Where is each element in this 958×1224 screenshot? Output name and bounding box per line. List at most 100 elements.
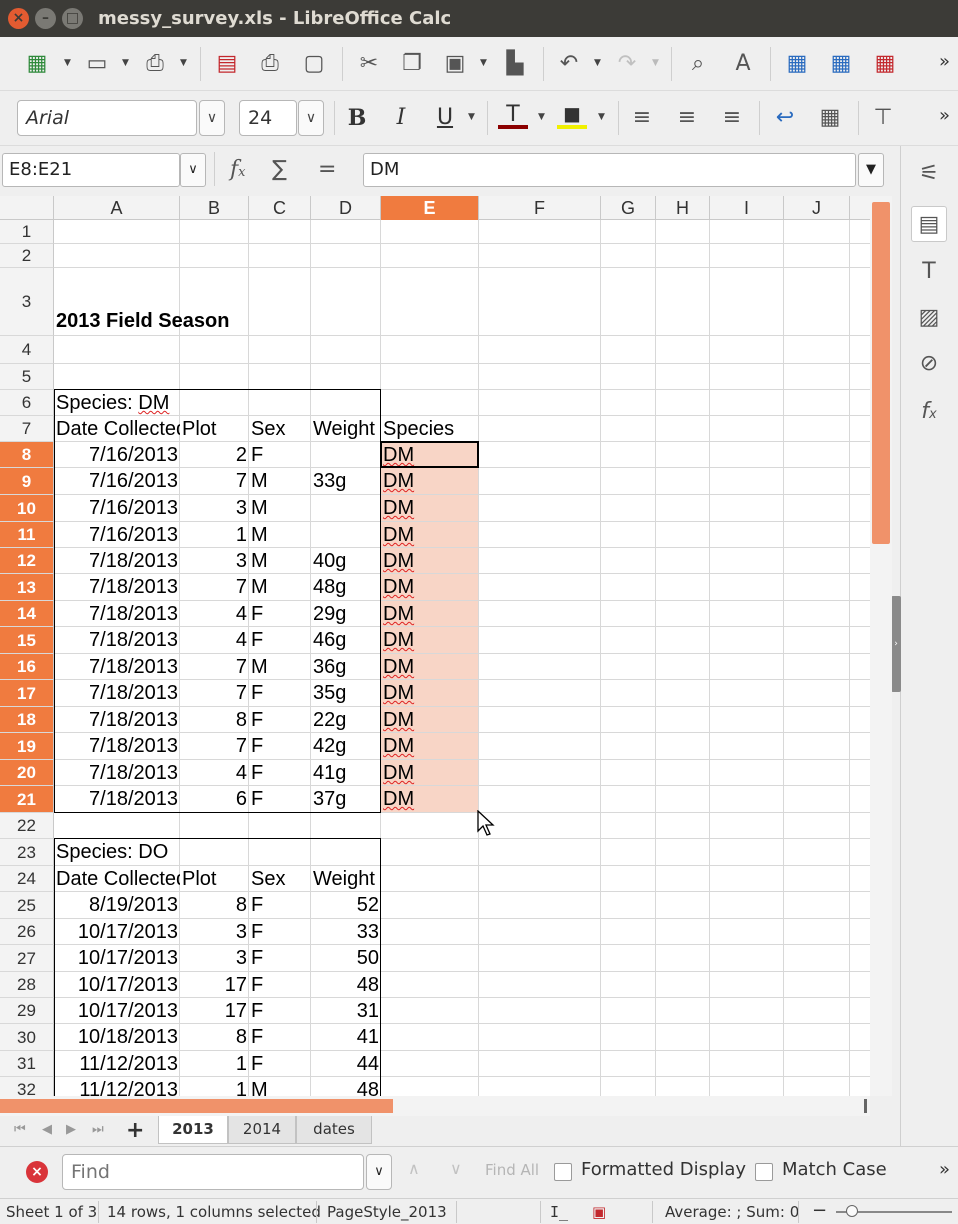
highlight-color-icon[interactable]: ◼ — [557, 103, 587, 129]
cell-e10[interactable]: DM — [381, 495, 479, 522]
cell-e13[interactable]: DM — [381, 574, 479, 601]
find-all-button[interactable]: Find All — [485, 1161, 539, 1179]
column-header-d[interactable]: D — [311, 196, 381, 220]
row-header[interactable]: 17 — [0, 680, 54, 707]
row-header[interactable]: 20 — [0, 760, 54, 786]
paste-icon[interactable]: ▣ — [440, 49, 470, 79]
new-dropdown-icon[interactable]: ▼ — [64, 53, 74, 73]
row-header[interactable]: 8 — [0, 442, 54, 468]
wrap-text-icon[interactable]: ↩ — [770, 103, 800, 133]
new-spreadsheet-icon[interactable]: ▦ — [22, 49, 52, 79]
save-dropdown-icon[interactable]: ▼ — [180, 53, 190, 73]
redo-icon[interactable]: ↷ — [612, 49, 642, 79]
sheet-tab-2014[interactable]: 2014 — [228, 1116, 296, 1144]
row-header[interactable]: 29 — [0, 998, 54, 1024]
italic-icon[interactable]: I — [386, 103, 416, 133]
document-modified-icon[interactable]: ▣ — [592, 1203, 606, 1221]
sheet-tab-2013[interactable]: 2013 — [158, 1116, 228, 1144]
align-right-icon[interactable]: ≡ — [717, 103, 747, 133]
row-header[interactable]: 30 — [0, 1024, 54, 1051]
findbar-overflow-icon[interactable]: » — [939, 1159, 950, 1180]
sheet-indicator[interactable]: Sheet 1 of 3 — [6, 1203, 97, 1221]
row-header[interactable]: 24 — [0, 866, 54, 892]
align-center-icon[interactable]: ≡ — [672, 103, 702, 133]
toolbar-overflow-icon[interactable]: » — [939, 105, 950, 126]
prev-sheet-icon[interactable]: ◀ — [42, 1122, 52, 1137]
cell-e17[interactable]: DM — [381, 680, 479, 707]
delete-rows-icon[interactable]: ▦ — [870, 49, 900, 79]
row-header[interactable]: 15 — [0, 627, 54, 654]
column-header-b[interactable]: B — [180, 196, 249, 220]
insert-mode-icon[interactable]: I̲ — [550, 1203, 568, 1221]
column-header-e[interactable]: E — [381, 196, 479, 220]
clone-formatting-icon[interactable]: ▙ — [500, 49, 530, 79]
row-header[interactable]: 5 — [0, 364, 54, 390]
zoom-slider-knob[interactable] — [846, 1205, 858, 1217]
row-header[interactable]: 25 — [0, 892, 54, 919]
properties-icon[interactable]: ⚟ — [911, 156, 947, 192]
column-header-i[interactable]: I — [710, 196, 784, 220]
first-sheet-icon[interactable]: ⏮ — [14, 1122, 26, 1137]
highlight-dropdown-icon[interactable]: ▼ — [598, 107, 608, 127]
column-icon[interactable]: ▦ — [826, 49, 856, 79]
row-header[interactable]: 13 — [0, 574, 54, 601]
sum-icon[interactable]: ∑ — [272, 156, 287, 184]
styles-icon[interactable]: ▤ — [911, 206, 947, 242]
row-icon[interactable]: ▦ — [782, 49, 812, 79]
cell-e21[interactable]: DM — [381, 786, 479, 813]
last-sheet-icon[interactable]: ⏭ — [92, 1122, 104, 1137]
expand-formula-icon[interactable]: ▼ — [858, 153, 884, 187]
row-header[interactable]: 12 — [0, 548, 54, 574]
row-header[interactable]: 2 — [0, 244, 54, 268]
formatted-display-checkbox[interactable] — [554, 1163, 572, 1181]
row-header[interactable]: 26 — [0, 919, 54, 945]
merge-cells-icon[interactable]: ▦ — [815, 103, 845, 133]
vertical-scroll-thumb[interactable] — [872, 202, 890, 544]
bold-icon[interactable]: B — [342, 103, 372, 133]
column-header-f[interactable]: F — [479, 196, 601, 220]
function-wizard-icon[interactable]: fx — [230, 156, 246, 187]
column-header-g[interactable]: G — [601, 196, 656, 220]
cell-e16[interactable]: DM — [381, 654, 479, 680]
spreadsheet-grid[interactable]: ABCDEFGHIJ 1 2 3 4 5 6 7 8 9 10 11 12 13 14 15 16 17 18 19… — [0, 196, 870, 1096]
print-icon[interactable]: ⎙ — [255, 49, 285, 79]
row-header[interactable]: 27 — [0, 945, 54, 972]
page-style[interactable]: PageStyle_2013 — [327, 1203, 447, 1221]
sidebar-collapse-handle[interactable]: › — [891, 596, 901, 692]
spelling-icon[interactable]: A — [728, 49, 758, 79]
row-header[interactable]: 3 — [0, 268, 54, 336]
formula-icon[interactable]: = — [318, 156, 336, 184]
window-close-button[interactable]: × — [8, 8, 29, 29]
match-case-checkbox[interactable] — [755, 1163, 773, 1181]
align-left-icon[interactable]: ≡ — [627, 103, 657, 133]
font-name-dropdown[interactable]: ∨ — [199, 100, 225, 136]
open-dropdown-icon[interactable]: ▼ — [122, 53, 132, 73]
row-header[interactable]: 32 — [0, 1077, 54, 1096]
row-header[interactable]: 14 — [0, 601, 54, 627]
horizontal-scroll-thumb[interactable] — [0, 1099, 393, 1113]
row-header[interactable]: 10 — [0, 495, 54, 522]
select-all-corner[interactable] — [0, 196, 54, 220]
undo-icon[interactable]: ↶ — [554, 49, 584, 79]
sheet-tab-dates[interactable]: dates — [296, 1116, 372, 1144]
toolbar-overflow-icon[interactable]: » — [939, 51, 950, 72]
paste-dropdown-icon[interactable]: ▼ — [480, 53, 490, 73]
text-style-icon[interactable]: T — [911, 254, 947, 290]
functions-icon[interactable]: fx — [911, 394, 947, 430]
formula-input[interactable]: DM — [363, 153, 856, 187]
find-previous-icon[interactable]: ∧ — [408, 1159, 420, 1178]
cell-e14[interactable]: DM — [381, 601, 479, 627]
cell-e15[interactable]: DM — [381, 627, 479, 654]
find-dropdown[interactable]: ∨ — [366, 1154, 392, 1190]
close-find-icon[interactable]: × — [26, 1161, 48, 1183]
next-sheet-icon[interactable]: ▶ — [66, 1122, 76, 1137]
copy-icon[interactable]: ❐ — [397, 49, 427, 79]
add-sheet-icon[interactable]: + — [126, 1118, 144, 1143]
name-box[interactable]: E8:E21 — [2, 153, 180, 187]
find-input[interactable] — [62, 1154, 364, 1190]
row-header[interactable]: 1 — [0, 220, 54, 244]
row-header[interactable]: 7 — [0, 416, 54, 442]
sum-display[interactable]: Average: ; Sum: 0 — [665, 1203, 799, 1221]
export-pdf-icon[interactable]: ▤ — [212, 49, 242, 79]
underline-icon[interactable]: U — [430, 103, 460, 133]
